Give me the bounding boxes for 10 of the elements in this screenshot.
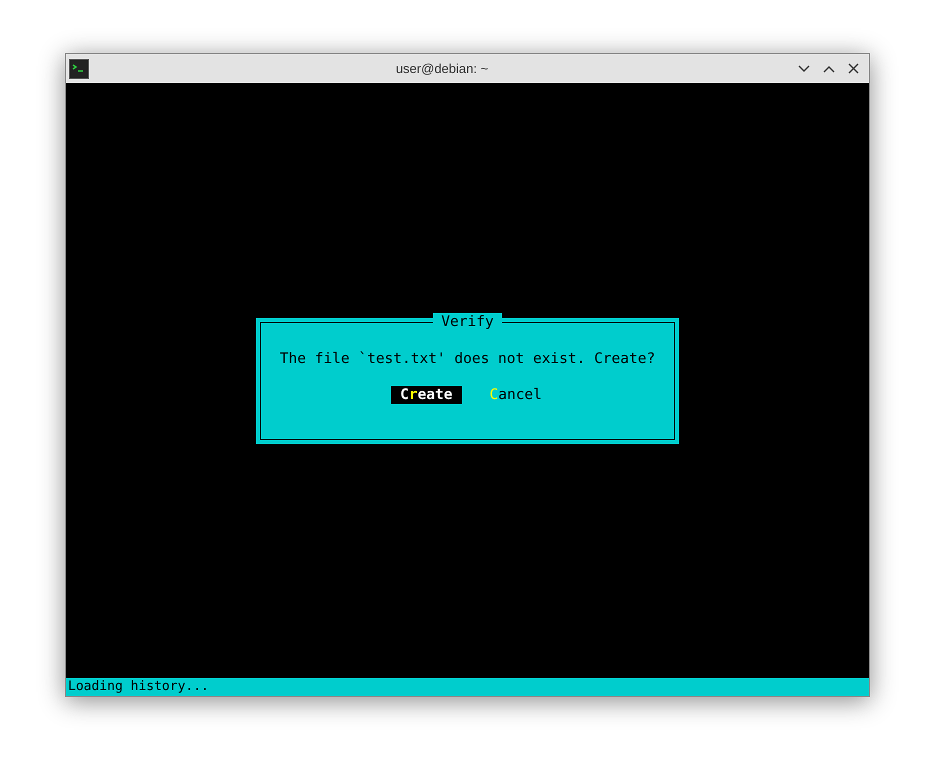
window-title: user@debian: ~: [396, 60, 488, 78]
minimize-icon[interactable]: [798, 64, 810, 72]
status-text: Loading history...: [68, 678, 209, 696]
close-icon[interactable]: [848, 63, 859, 74]
dialog-button[interactable]: Cancel: [488, 386, 544, 404]
terminal-icon: [69, 58, 89, 78]
dialog-message: The file `test.txt' does not exist. Create?: [280, 350, 656, 368]
dialog-button[interactable]: C reate: [391, 386, 462, 404]
maximize-icon[interactable]: [823, 64, 835, 72]
dialog-title: Verify: [433, 312, 502, 330]
